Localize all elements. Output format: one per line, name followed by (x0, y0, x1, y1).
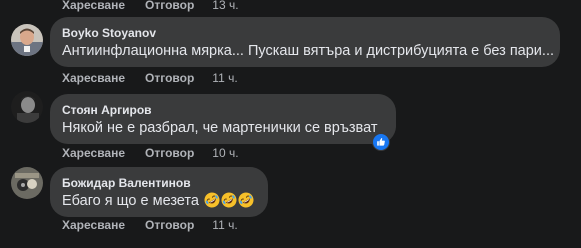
comment-text: Антиинфлационна мярка... Пускаш вятъра и… (62, 43, 554, 59)
comment-actions: Харесване Отговор 10 ч. (62, 145, 239, 161)
comment-author[interactable]: Стоян Аргиров (62, 102, 384, 118)
rolling-on-floor-laughing-emoji (238, 192, 254, 208)
avatar[interactable] (11, 167, 43, 199)
comment-timestamp[interactable]: 11 ч. (212, 71, 237, 85)
like-button[interactable]: Харесване (62, 0, 125, 12)
comment-text-body: Ебаго я що е мезета (62, 193, 199, 209)
comment-timestamp[interactable]: 13 ч. (212, 0, 238, 12)
like-button[interactable]: Харесване (62, 218, 125, 232)
comment-bubble: Boyko Stoyanov Антиинфлационна мярка... … (50, 17, 560, 67)
reply-button[interactable]: Отговор (145, 71, 194, 85)
avatar[interactable] (11, 24, 43, 56)
rolling-on-floor-laughing-emoji (204, 192, 220, 208)
comment-actions: Харесване Отговор 11 ч. (62, 70, 238, 86)
emoji-group (199, 192, 254, 209)
rolling-on-floor-laughing-emoji (221, 192, 237, 208)
reply-button[interactable]: Отговор (145, 146, 194, 160)
like-button[interactable]: Харесване (62, 146, 125, 160)
comment-timestamp[interactable]: 10 ч. (212, 146, 238, 160)
like-icon (373, 134, 389, 150)
comment-actions: Харесване Отговор 13 ч. (62, 0, 239, 13)
comment-bubble: Стоян Аргиров Някой не е разбрал, че мар… (50, 94, 396, 144)
reply-button[interactable]: Отговор (145, 0, 194, 12)
reply-button[interactable]: Отговор (145, 218, 194, 232)
like-button[interactable]: Харесване (62, 71, 125, 85)
comment-timestamp[interactable]: 11 ч. (212, 218, 237, 232)
comment-bubble: Божидар Валентинов Ебаго я що е мезета (50, 167, 268, 217)
comment-author[interactable]: Божидар Валентинов (62, 175, 256, 191)
reaction-badge[interactable] (372, 133, 390, 151)
comment-author[interactable]: Boyko Stoyanov (62, 25, 548, 41)
avatar[interactable] (11, 91, 43, 123)
comment-actions: Харесване Отговор 11 ч. (62, 217, 238, 233)
comment-text: Някой не е разбрал, че мартенички се връ… (62, 120, 378, 136)
comment-text: Ебаго я що е мезета (62, 191, 256, 211)
